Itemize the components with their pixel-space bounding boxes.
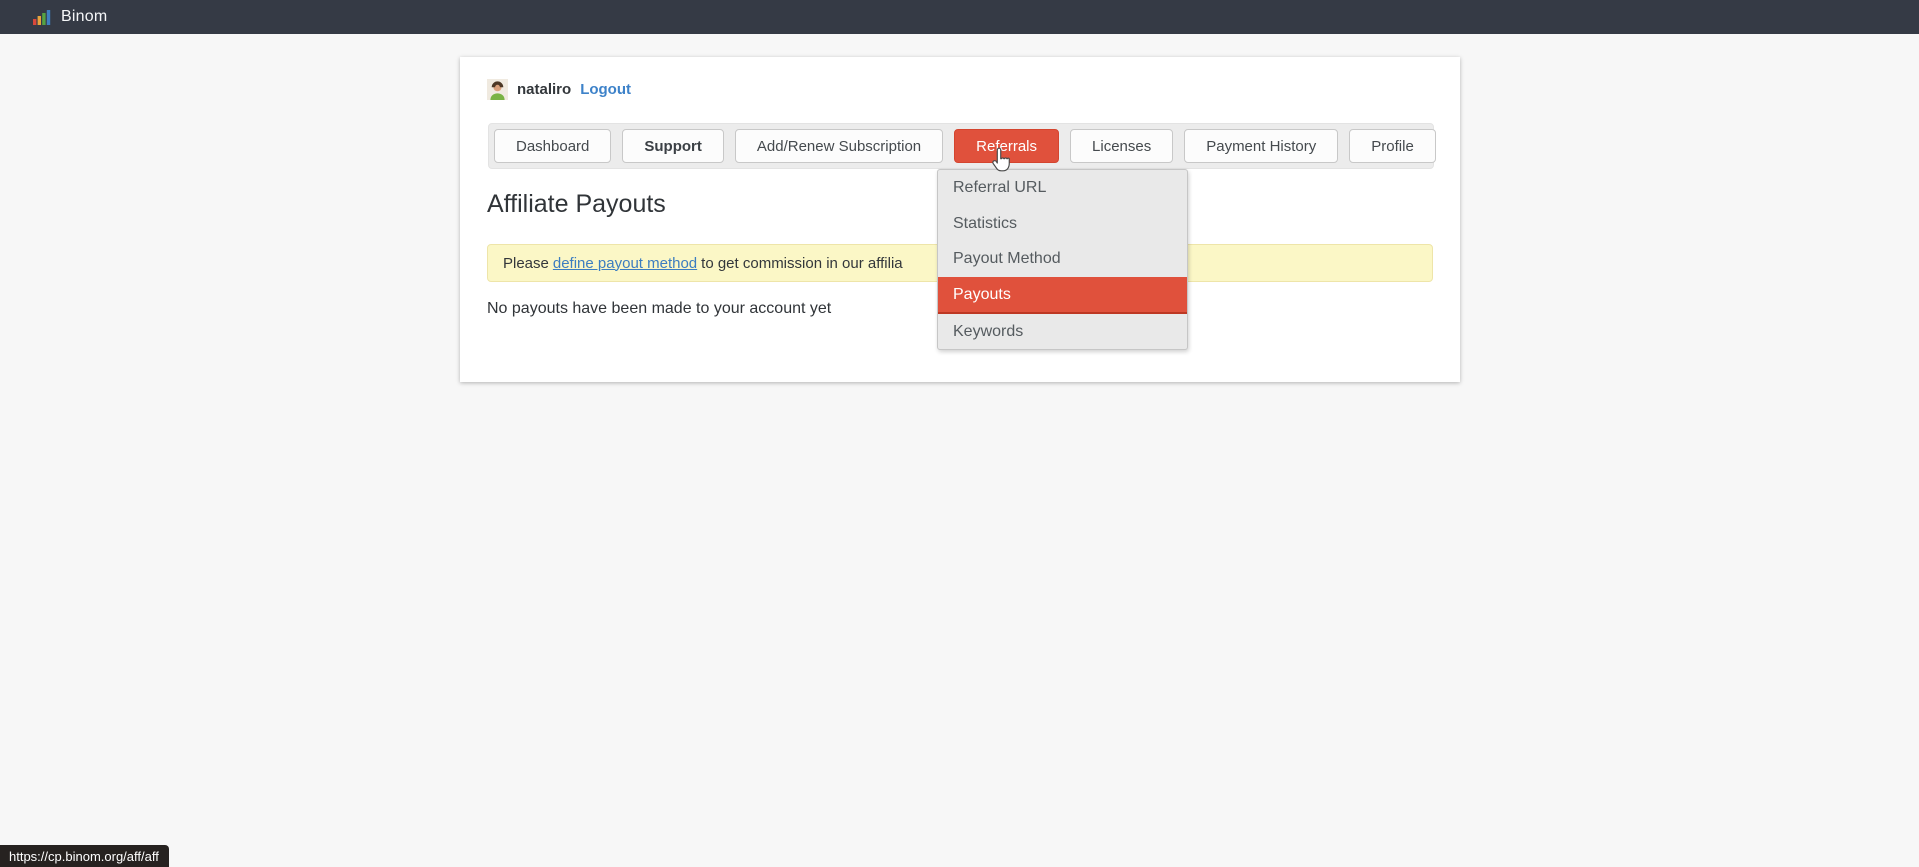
nav-licenses-button[interactable]: Licenses — [1070, 129, 1173, 163]
nav-dashboard-button[interactable]: Dashboard — [494, 129, 611, 163]
empty-state-text: No payouts have been made to your accoun… — [487, 300, 831, 318]
logout-link[interactable]: Logout — [580, 81, 631, 98]
user-avatar-icon — [487, 79, 508, 100]
notice-text-before: Please — [503, 255, 549, 272]
nav-referrals-button[interactable]: Referrals — [954, 129, 1059, 163]
main-card: nataliro Logout Dashboard Support Add/Re… — [460, 57, 1460, 382]
brand-name[interactable]: Binom — [61, 8, 107, 26]
nav-toolbar: Dashboard Support Add/Renew Subscription… — [488, 123, 1434, 169]
screen: Binom nataliro Logout Dashboard Support … — [0, 0, 1919, 867]
bar-chart-logo-icon — [33, 9, 52, 26]
menu-item-payouts[interactable]: Payouts — [938, 277, 1187, 314]
link-preview-tooltip: https://cp.binom.org/aff/aff — [0, 845, 169, 867]
nav-payment-history-button[interactable]: Payment History — [1184, 129, 1338, 163]
topbar: Binom — [0, 0, 1919, 34]
menu-item-payout-method[interactable]: Payout Method — [938, 241, 1187, 277]
menu-item-referral-url[interactable]: Referral URL — [938, 170, 1187, 206]
define-payout-method-link[interactable]: define payout method — [553, 255, 697, 272]
user-row: nataliro Logout — [487, 77, 631, 101]
user-name: nataliro — [517, 81, 571, 98]
referrals-dropdown-menu: Referral URL Statistics Payout Method Pa… — [937, 169, 1188, 350]
menu-item-statistics[interactable]: Statistics — [938, 206, 1187, 242]
page-title: Affiliate Payouts — [487, 190, 666, 219]
nav-support-button[interactable]: Support — [622, 129, 724, 163]
nav-profile-button[interactable]: Profile — [1349, 129, 1436, 163]
menu-item-keywords[interactable]: Keywords — [938, 314, 1187, 350]
notice-text-after: to get commission in our affilia — [701, 255, 902, 272]
nav-subscription-button[interactable]: Add/Renew Subscription — [735, 129, 943, 163]
